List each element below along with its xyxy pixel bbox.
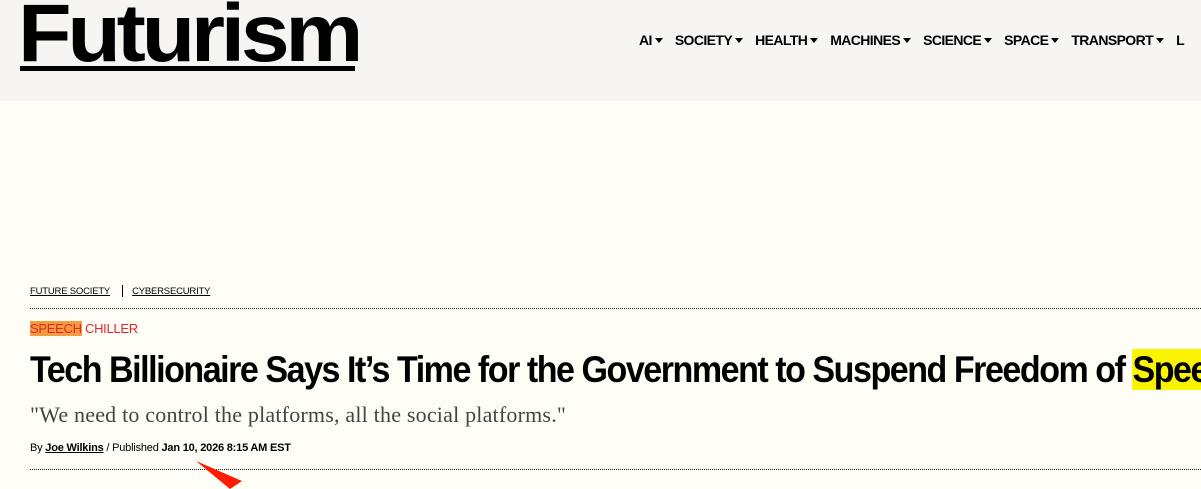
caret-down-icon (984, 38, 993, 43)
tag-link[interactable]: CYBERSECURITY (132, 286, 210, 297)
nav-item-truncated[interactable]: L (1176, 31, 1185, 49)
nav-item-label: MACHINES (830, 32, 901, 48)
main-nav: AI SOCIETY HEALTH MACHINES SCIENCE SPACE… (639, 31, 1196, 49)
headline-text: Tech Billionaire Says It’s Time for the … (30, 349, 1133, 390)
article-headline: Tech Billionaire Says It’s Time for the … (30, 343, 1201, 397)
nav-item-machines[interactable]: MACHINES (830, 31, 912, 49)
nav-item-label: HEALTH (755, 32, 808, 48)
nav-item-ai[interactable]: AI (639, 31, 663, 49)
byline-by-label: By (30, 442, 46, 454)
author-link[interactable]: Joe Wilkins (45, 442, 103, 454)
caret-down-icon (810, 38, 819, 43)
caret-down-icon (1051, 38, 1060, 43)
nav-item-label: SCIENCE (923, 32, 982, 48)
caret-down-icon (654, 38, 663, 43)
red-arrow-icon (196, 461, 242, 489)
site-logo[interactable]: Futurism (18, 0, 363, 75)
tag-link[interactable]: FUTURE SOCIETY (30, 286, 110, 297)
divider-top (30, 308, 1201, 309)
byline-separator: / (103, 442, 113, 454)
nav-item-label: TRANSPORT (1071, 32, 1154, 48)
logo-underline (20, 66, 355, 71)
caret-down-icon (735, 38, 744, 43)
nav-item-science[interactable]: SCIENCE (923, 31, 993, 49)
nav-item-label: SPACE (1004, 32, 1049, 48)
article-dek: "We need to control the platforms, all t… (30, 402, 567, 427)
nav-item-label: SOCIETY (674, 32, 733, 48)
published-label: Published (112, 442, 162, 454)
site-header: Futurism AI SOCIETY HEALTH MACHINES SCIE… (0, 0, 1201, 101)
nav-item-space[interactable]: SPACE (1004, 31, 1060, 49)
article-tags: FUTURE SOCIETY CYBERSECURITY (30, 285, 210, 297)
headline-highlighted: Speech (1132, 349, 1201, 390)
caret-down-icon (903, 38, 912, 43)
article-byline: By Joe Wilkins / Published Jan 10, 2026 … (30, 442, 291, 454)
nav-item-health[interactable]: HEALTH (755, 31, 819, 49)
kicker-rest: CHILLER (81, 321, 138, 336)
caret-down-icon (1156, 38, 1165, 43)
publish-date: Jan 10, 2026 8:15 AM EST (161, 442, 291, 454)
nav-item-transport[interactable]: TRANSPORT (1071, 31, 1165, 49)
kicker-highlighted: SPEECH (30, 321, 82, 336)
nav-item-label: AI (639, 32, 652, 48)
nav-item-society[interactable]: SOCIETY (674, 31, 744, 49)
tag-divider (122, 285, 124, 297)
nav-item-label: L (1176, 32, 1185, 48)
article-kicker: SPEECH CHILLER (30, 321, 138, 336)
